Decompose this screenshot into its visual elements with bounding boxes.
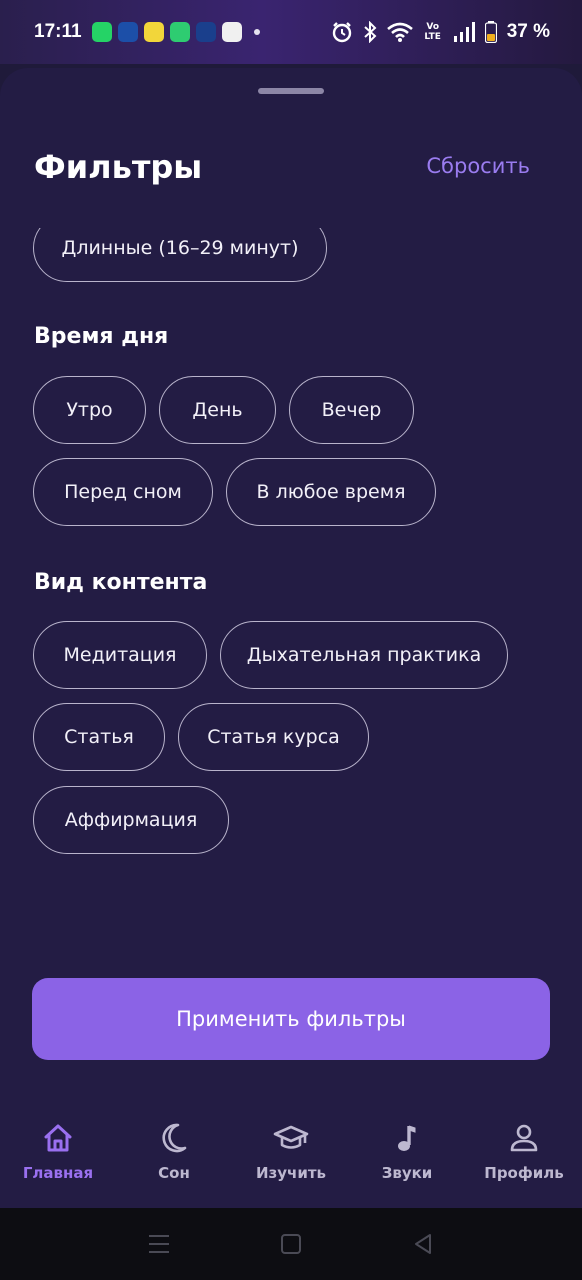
tab-sleep[interactable]: Сон — [116, 1118, 232, 1198]
bluetooth-icon — [364, 21, 377, 43]
volte-icon: Vo LTE — [424, 22, 441, 42]
chip-morning[interactable]: Утро — [33, 376, 146, 444]
tab-label-profile: Профиль — [484, 1164, 564, 1182]
chip-day[interactable]: День — [159, 376, 276, 444]
tab-profile[interactable]: Профиль — [466, 1118, 582, 1198]
graduation-cap-icon — [273, 1118, 309, 1158]
menu-icon — [149, 1235, 169, 1253]
chip-evening[interactable]: Вечер — [289, 376, 414, 444]
reset-button[interactable]: Сбросить — [426, 154, 530, 178]
bottom-tab-bar: Главная Сон Изучить Звуки Профиль — [0, 1108, 582, 1208]
tab-label-sounds: Звуки — [381, 1164, 433, 1182]
filters-sheet: Фильтры Сбросить Длинные (16–29 минут) В… — [0, 68, 582, 1208]
chip-any-time[interactable]: В любое время — [226, 458, 436, 526]
chip-course-article[interactable]: Статья курса — [178, 703, 369, 771]
chip-affirmation[interactable]: Аффирмация — [33, 786, 229, 854]
chip-duration-long[interactable]: Длинные (16–29 минут) — [33, 228, 327, 282]
status-bar: 17:11 Vo LTE 37 % — [0, 0, 582, 64]
battery-percent: 37 % — [506, 21, 550, 42]
chip-article[interactable]: Статья — [33, 703, 165, 771]
notification-icons — [91, 22, 260, 42]
chip-before-sleep[interactable]: Перед сном — [33, 458, 213, 526]
tab-home[interactable]: Главная — [0, 1118, 116, 1198]
tab-label-home: Главная — [22, 1164, 94, 1182]
apply-filters-button[interactable]: Применить фильтры — [32, 978, 550, 1060]
music-note-icon — [393, 1118, 421, 1158]
notification-app-icon — [117, 22, 138, 42]
back-nav-button[interactable] — [407, 1228, 439, 1260]
home-nav-button[interactable] — [275, 1228, 307, 1260]
home-icon — [42, 1118, 74, 1158]
system-navigation-bar — [0, 1208, 582, 1280]
sheet-drag-handle[interactable] — [258, 88, 324, 94]
more-notifications-dot — [253, 29, 260, 35]
status-right: Vo LTE 37 % — [331, 21, 550, 43]
wifi-icon — [386, 22, 413, 42]
alarm-icon — [332, 22, 351, 43]
menu-nav-button[interactable] — [143, 1228, 175, 1260]
notification-app-icon — [221, 22, 242, 42]
status-left: 17:11 — [34, 21, 260, 43]
status-time: 17:11 — [34, 21, 82, 42]
whatsapp-icon — [91, 22, 112, 42]
signal-icon — [453, 22, 475, 42]
square-icon — [281, 1234, 301, 1254]
notification-app-icon — [195, 22, 216, 42]
section-title-content-type: Вид контента — [34, 570, 208, 595]
section-title-time-of-day: Время дня — [34, 324, 169, 349]
user-icon — [508, 1118, 540, 1158]
tab-label-learn: Изучить — [255, 1164, 327, 1182]
back-triangle-icon — [415, 1234, 431, 1254]
moon-icon — [158, 1118, 190, 1158]
tab-sounds[interactable]: Звуки — [349, 1118, 465, 1198]
tab-label-sleep: Сон — [158, 1164, 190, 1182]
tab-learn[interactable]: Изучить — [233, 1118, 349, 1198]
chip-meditation[interactable]: Медитация — [33, 621, 207, 689]
battery-icon — [484, 21, 497, 43]
notification-app-icon — [143, 22, 164, 42]
duration-section-clip: Длинные (16–29 минут) — [0, 228, 582, 288]
chip-breathing-practice[interactable]: Дыхательная практика — [220, 621, 508, 689]
notification-app-icon — [169, 22, 190, 42]
page-title: Фильтры — [34, 148, 203, 186]
